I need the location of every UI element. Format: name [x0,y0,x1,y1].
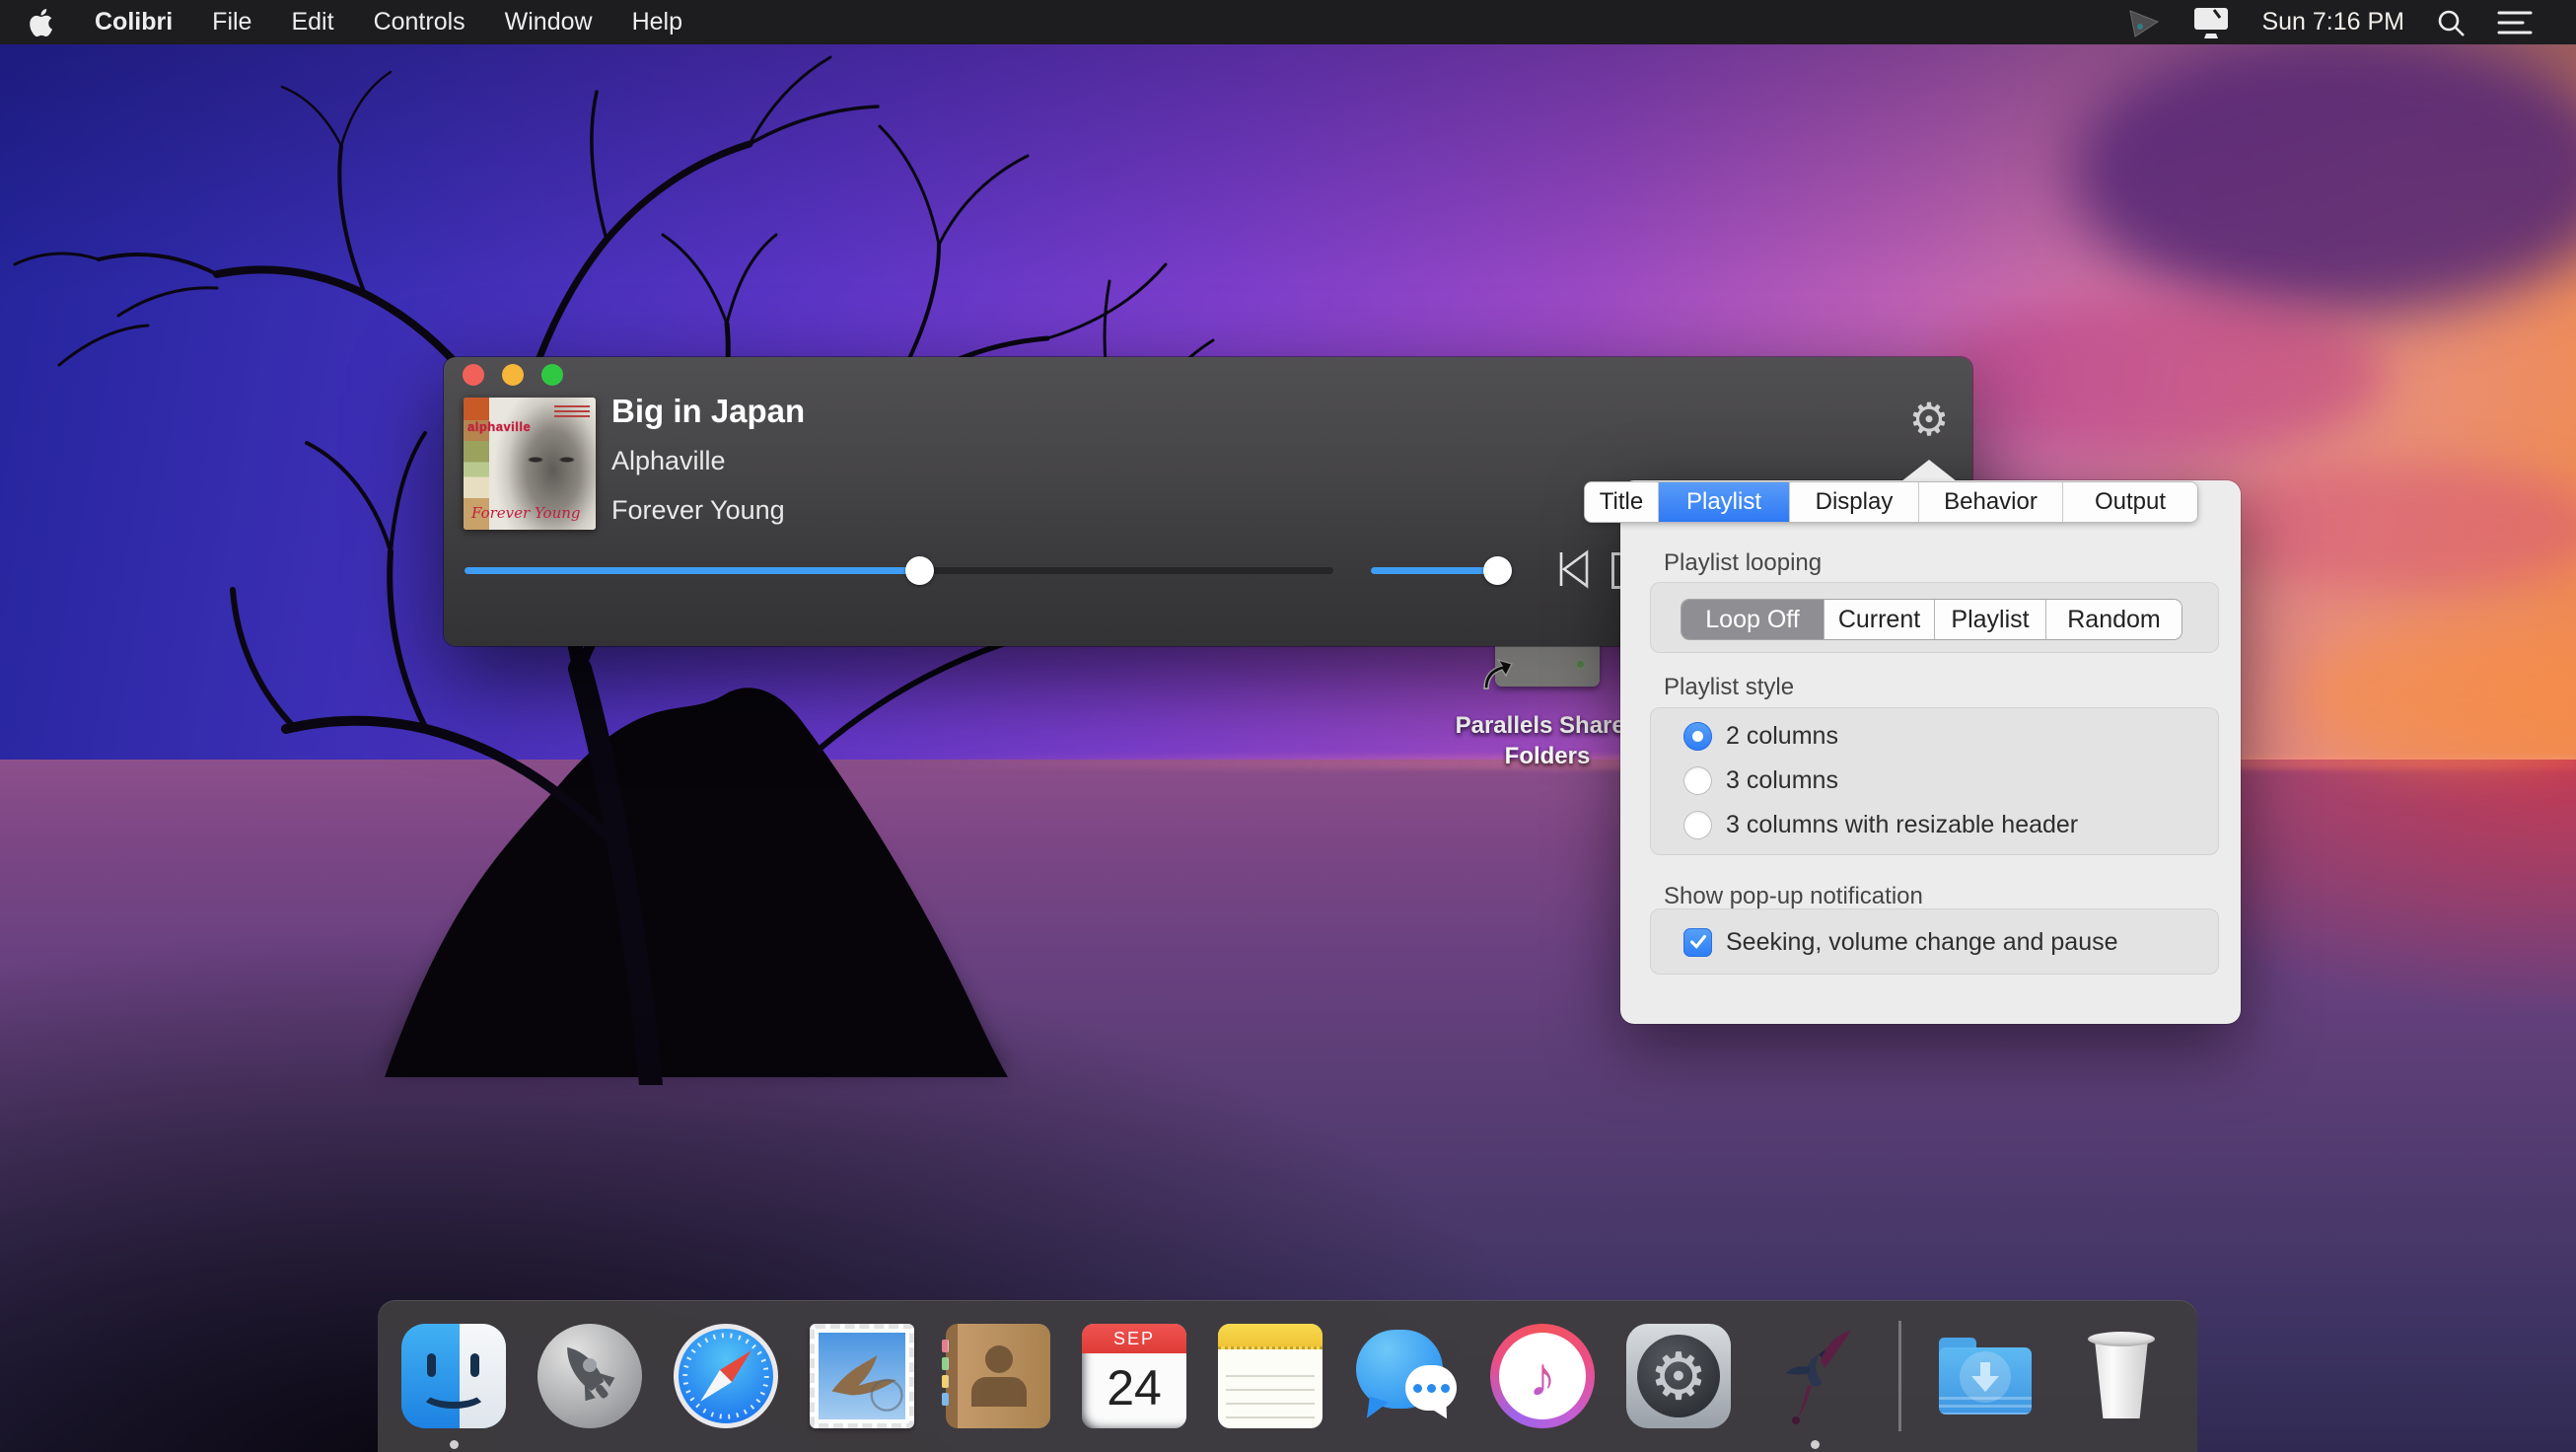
menu-edit[interactable]: Edit [291,8,333,36]
apple-menu-icon[interactable] [30,8,55,37]
menu-help[interactable]: Help [632,8,682,36]
window-controls [463,364,563,386]
menu-clock[interactable]: Sun 7:16 PM [2261,8,2404,36]
album-art: alphaville Forever Young [464,398,596,530]
mail-icon [810,1324,914,1428]
system-preferences-icon: ⚙ [1626,1324,1731,1428]
safari-icon [674,1324,778,1428]
radio-row-3-columns-resizable[interactable]: 3 columns with resizable header [1683,805,2078,844]
track-artist: Alphaville [611,446,726,476]
display-icon[interactable] [2192,6,2230,39]
dock-icon-notes[interactable] [1218,1324,1323,1428]
tab-title[interactable]: Title [1585,482,1659,522]
finder-icon [401,1324,506,1428]
menu-controls[interactable]: Controls [374,8,465,36]
dock-icon-contacts[interactable] [946,1324,1050,1428]
tab-display[interactable]: Display [1790,482,1919,522]
notes-icon [1218,1324,1323,1428]
tab-output[interactable]: Output [2063,482,2197,522]
menu-file[interactable]: File [212,8,251,36]
drive-led [1577,661,1584,668]
section-label-looping: Playlist looping [1664,549,1822,577]
dock-icon-launchpad[interactable] [537,1324,642,1428]
minimize-button[interactable] [502,364,524,386]
volume-slider[interactable] [1371,567,1511,574]
calendar-day: 24 [1082,1353,1186,1422]
messages-icon [1354,1324,1459,1428]
progress-slider[interactable] [465,567,1333,574]
desktop: Parallels Shared Folders alphaville Fore… [0,0,2576,1452]
dock-icon-finder[interactable] [401,1324,506,1428]
segment-current[interactable]: Current [1825,600,1935,639]
trash-icon [2069,1324,2174,1428]
radio-3-columns[interactable] [1683,766,1712,795]
tab-behavior[interactable]: Behavior [1919,482,2063,522]
progress-knob[interactable] [905,556,934,585]
checkbox-seeking[interactable] [1683,928,1712,957]
looping-segmented-control: Loop Off Current Playlist Random [1682,600,2182,639]
dock-icon-calendar[interactable]: SEP 24 [1082,1324,1186,1428]
dock-icon-safari[interactable] [674,1324,778,1428]
running-indicator [1811,1440,1820,1449]
radio-row-2-columns[interactable]: 2 columns [1683,716,1838,756]
style-groupbox: 2 columns 3 columns 3 columns with resiz… [1650,707,2219,855]
dock-icon-itunes[interactable]: ♪ [1490,1324,1595,1428]
dock-icon-trash[interactable] [2069,1324,2174,1428]
menu-window[interactable]: Window [505,8,593,36]
search-icon[interactable] [2436,8,2466,37]
contacts-icon [946,1324,1050,1428]
section-label-style: Playlist style [1664,674,1794,701]
popover-arrow [1901,460,1957,481]
segment-playlist[interactable]: Playlist [1935,600,2046,639]
track-title: Big in Japan [611,393,805,430]
close-button[interactable] [463,364,484,386]
colibri-hummingbird-icon [1762,1324,1867,1428]
alias-arrow-icon [1479,659,1513,692]
gear-icon[interactable]: ⚙ [1902,393,1956,446]
launchpad-icon [537,1324,642,1428]
parallels-icon[interactable] [2127,7,2161,38]
menu-app-name[interactable]: Colibri [95,8,173,36]
volume-knob[interactable] [1483,556,1512,585]
track-album: Forever Young [611,495,785,526]
dock: SEP 24 ♪ ⚙ [378,1300,2197,1452]
running-indicator [450,1440,459,1449]
dock-icon-mail[interactable] [810,1324,914,1428]
dock-separator [1898,1321,1901,1431]
radio-2-columns[interactable] [1683,722,1712,751]
settings-tabs: Title Playlist Display Behavior Output [1585,482,2197,522]
previous-track-icon[interactable] [1556,549,1592,589]
section-label-notification: Show pop-up notification [1664,883,1923,910]
checkbox-row-seeking[interactable]: Seeking, volume change and pause [1683,922,2118,962]
calendar-month: SEP [1082,1324,1186,1353]
radio-3-columns-resizable[interactable] [1683,811,1712,839]
cloud [1933,296,2387,454]
itunes-icon: ♪ [1490,1324,1595,1428]
calendar-icon: SEP 24 [1082,1324,1186,1428]
check-icon [1687,931,1709,953]
segment-loop-off[interactable]: Loop Off [1682,600,1825,639]
downloads-folder-icon [1933,1324,2038,1428]
radio-row-3-columns[interactable]: 3 columns [1683,761,1838,800]
tab-playlist[interactable]: Playlist [1659,482,1790,522]
segment-random[interactable]: Random [2046,600,2182,639]
settings-popover: Playlist looping Loop Off Current Playli… [1620,480,2241,1024]
menu-bar: Colibri File Edit Controls Window Help S… [0,0,2576,44]
notification-center-icon[interactable] [2497,9,2533,36]
dock-icon-downloads[interactable] [1933,1324,2038,1428]
zoom-button[interactable] [541,364,563,386]
dock-icon-system-preferences[interactable]: ⚙ [1626,1324,1731,1428]
dock-icon-messages[interactable] [1354,1324,1459,1428]
dock-icon-colibri[interactable] [1762,1324,1867,1428]
notification-groupbox: Seeking, volume change and pause [1650,908,2219,975]
